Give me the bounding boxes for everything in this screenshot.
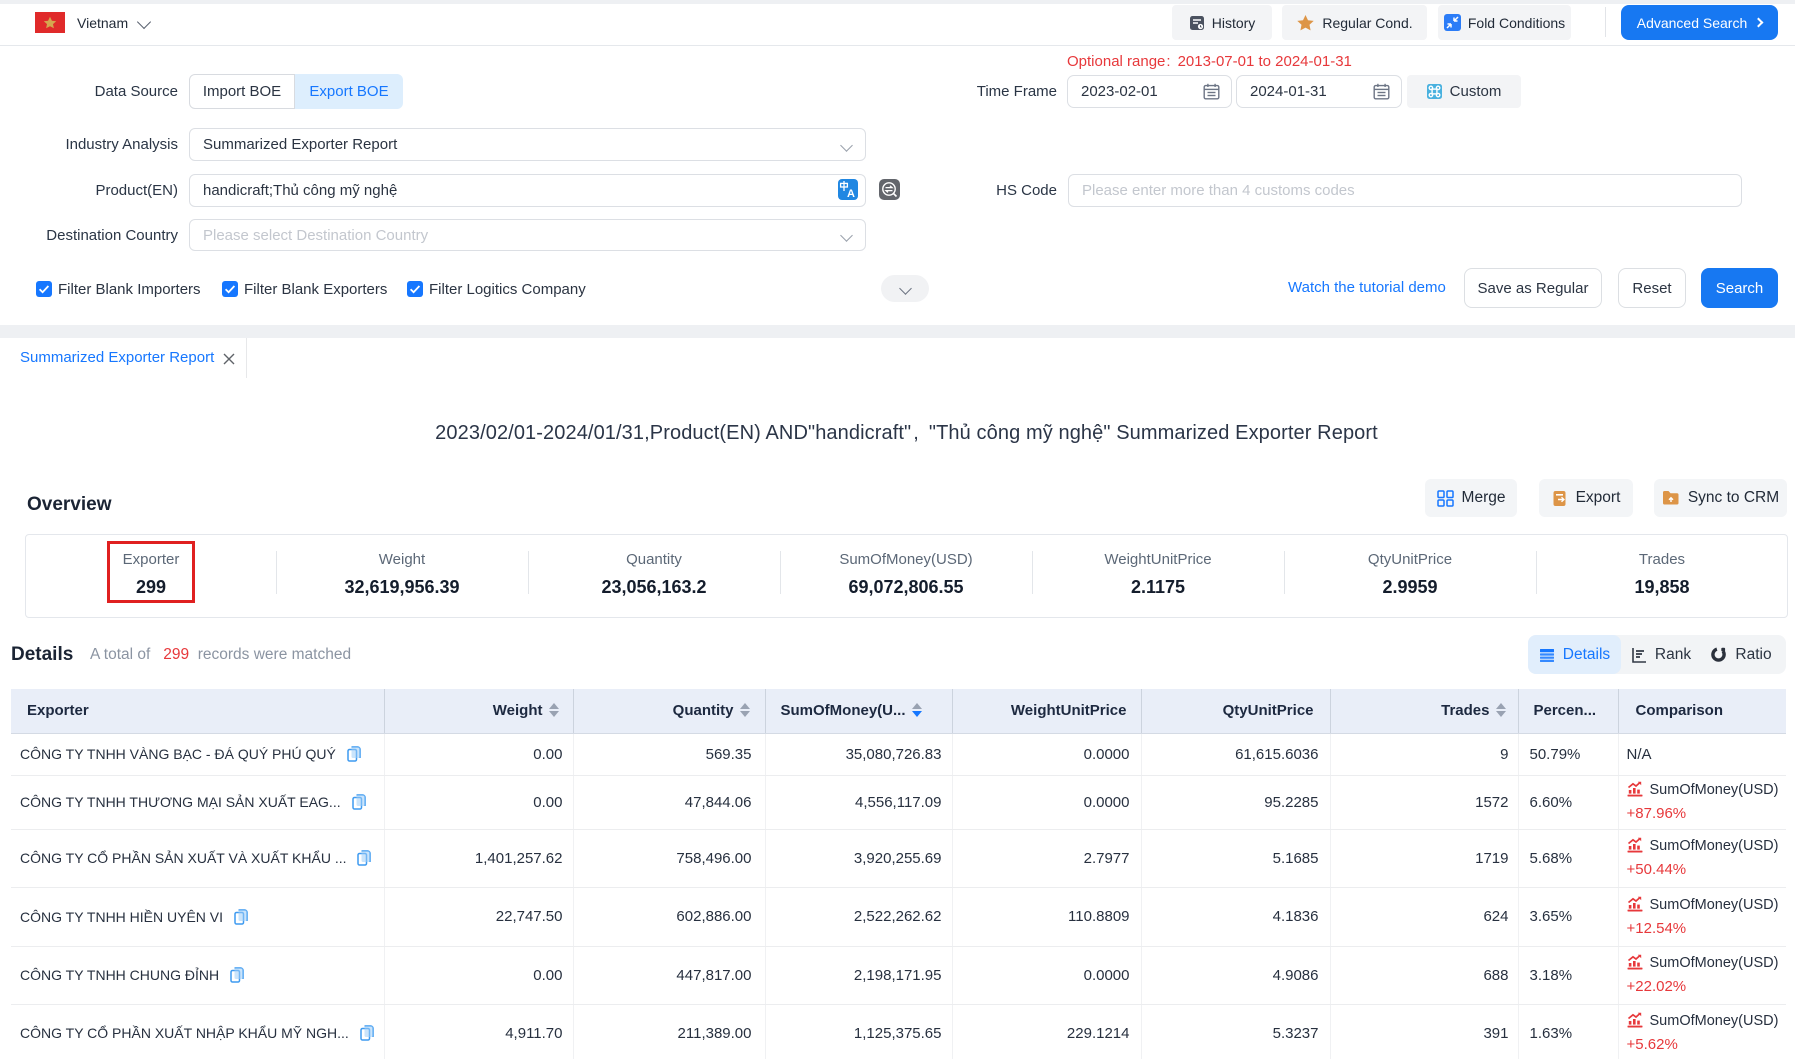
svg-text:A: A	[847, 188, 855, 200]
